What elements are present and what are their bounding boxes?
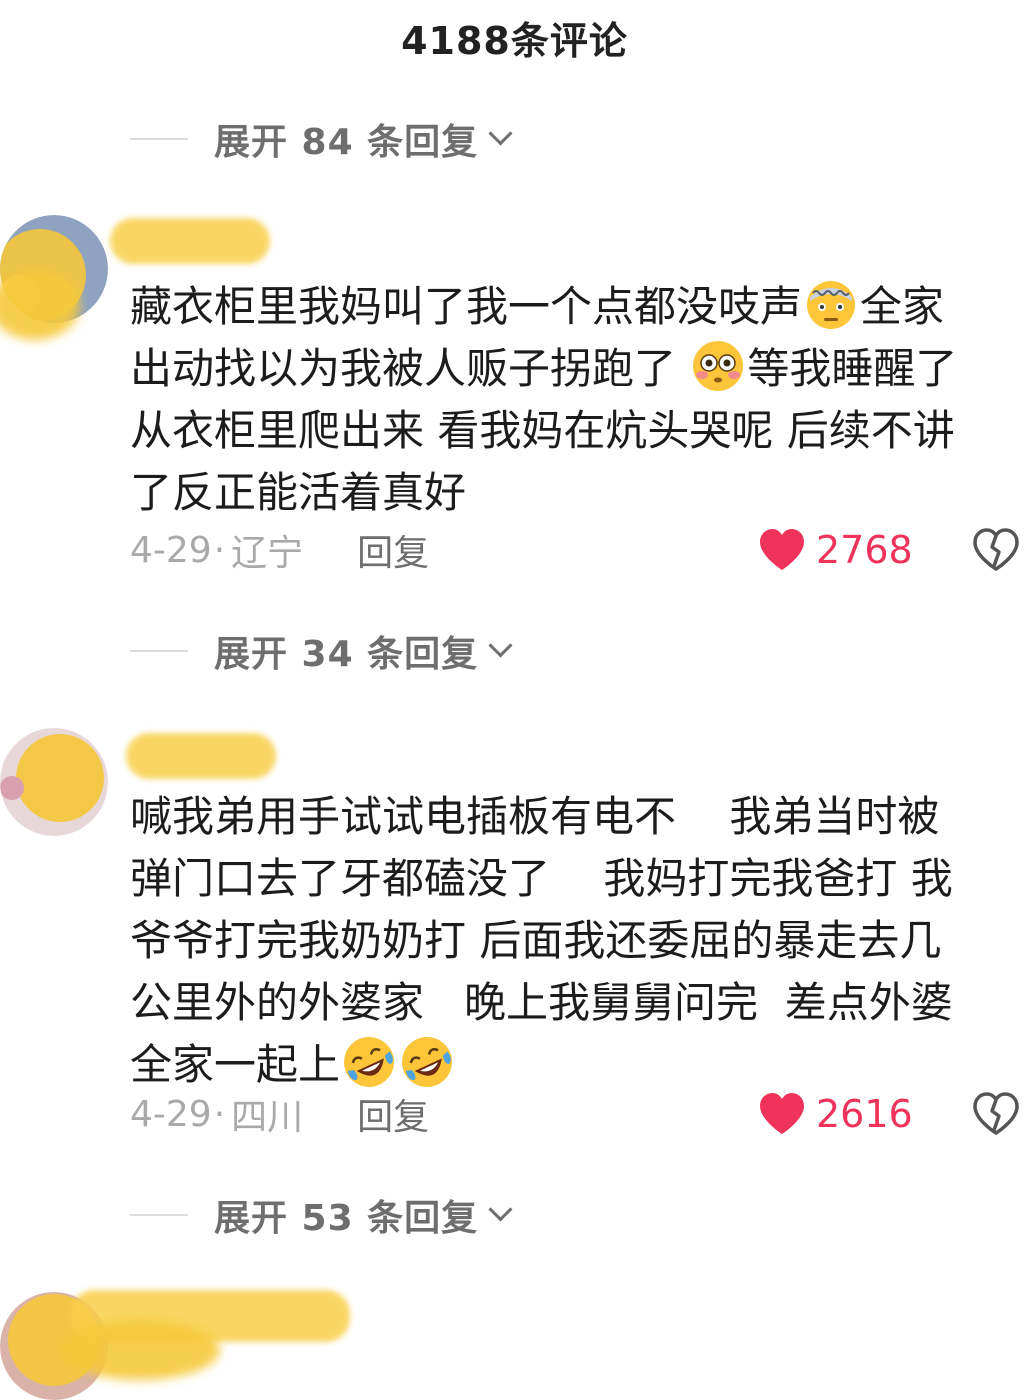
comment-text-segment: 弹门口去了牙都磕没了 我妈打完我爸打 我	[130, 854, 953, 903]
rofl-face-emoji-icon	[400, 1035, 454, 1089]
comment-text: 喊我弟用手试试电插板有电不 我弟当时被 弹门口去了牙都磕没了 我妈打完我爸打 我爷…	[130, 786, 1020, 1096]
reply-button[interactable]: 回复	[357, 524, 429, 576]
heart-icon	[760, 1093, 804, 1134]
comment-date: 4-29	[130, 1093, 212, 1135]
expand-replies-label: 展开 53 条回复	[214, 1198, 479, 1239]
comment-location: 辽宁	[231, 533, 304, 574]
broken-heart-icon[interactable]	[972, 528, 1020, 572]
like-button[interactable]: 2616	[758, 1092, 913, 1136]
comment-text-segment: 全家	[860, 282, 945, 331]
comment-line: 出动找以为我被人贩子拐跑了 等我睡醒了	[130, 338, 1020, 400]
comment-line: 弹门口去了牙都磕没了 我妈打完我爸打 我	[130, 848, 1020, 910]
expand-replies-label: 展开 84 条回复	[214, 122, 479, 163]
comment-text-segment: 等我睡醒了	[747, 344, 958, 393]
reply-button[interactable]: 回复	[357, 1088, 429, 1140]
comment-date: 4-29	[130, 529, 212, 571]
comment-location: 四川	[231, 1097, 304, 1138]
comment-text-segment: 公里外的外婆家 晚上我舅舅问完 差点外婆	[130, 978, 953, 1027]
like-count: 2768	[816, 528, 913, 572]
comment-text-segment: 了反正能活着真好	[130, 468, 467, 517]
dizzy-face-emoji-icon	[804, 277, 858, 331]
avatar[interactable]	[0, 728, 108, 836]
like-button[interactable]: 2768	[758, 528, 913, 572]
comment-line: 了反正能活着真好	[130, 462, 1020, 524]
comment-line: 公里外的外婆家 晚上我舅舅问完 差点外婆	[130, 972, 1020, 1034]
comment-line: 喊我弟用手试试电插板有电不 我弟当时被	[130, 786, 1020, 848]
expand-replies-button[interactable]: 展开 53 条回复	[130, 1190, 513, 1240]
divider-line	[130, 138, 188, 140]
comment-line: 全家一起上	[130, 1034, 1020, 1096]
comment-line: 爷爷打完我奶奶打 后面我还委屈的暴走去几	[130, 910, 1020, 972]
meta-separator: ·	[213, 1093, 226, 1135]
comment-text-segment: 全家一起上	[130, 1040, 341, 1089]
comment-meta: 4-29 · 辽宁 回复 2768	[130, 525, 1020, 575]
chevron-down-icon	[488, 120, 513, 146]
username-redacted	[110, 218, 270, 264]
comment-text-segment: 爷爷打完我奶奶打 后面我还委屈的暴走去几	[130, 916, 942, 965]
divider-line	[130, 650, 188, 652]
expand-replies-button[interactable]: 展开 84 条回复	[130, 114, 513, 164]
comment-meta: 4-29 · 四川 回复 2616	[130, 1089, 1020, 1139]
comment-text: 藏衣柜里我妈叫了我一个点都没吱声 全家出动找以为我被人贩子拐跑了 等我睡醒了从衣柜…	[130, 276, 1020, 524]
flushed-face-emoji-icon	[691, 339, 745, 393]
comment-count-title: 4188条评论	[401, 19, 628, 63]
heart-icon	[760, 529, 804, 570]
broken-heart-icon[interactable]	[972, 1092, 1020, 1136]
avatar-blur	[0, 270, 80, 340]
username-redacted	[126, 733, 276, 779]
chevron-down-icon	[488, 1196, 513, 1222]
username-blur	[60, 1320, 220, 1380]
like-count: 2616	[816, 1092, 913, 1136]
expand-replies-label: 展开 34 条回复	[214, 634, 479, 675]
comment-text-segment: 出动找以为我被人贩子拐跑了	[130, 344, 690, 393]
comment-text-segment: 藏衣柜里我妈叫了我一个点都没吱声	[130, 282, 803, 331]
rofl-face-emoji-icon	[342, 1035, 396, 1089]
comment-text-segment: 喊我弟用手试试电插板有电不 我弟当时被	[130, 792, 940, 841]
comment-line: 从衣柜里爬出来 看我妈在炕头哭呢 后续不讲	[130, 400, 1020, 462]
meta-separator: ·	[213, 529, 226, 571]
expand-replies-button[interactable]: 展开 34 条回复	[130, 626, 513, 676]
divider-line	[130, 1214, 188, 1216]
chevron-down-icon	[488, 632, 513, 658]
comment-line: 藏衣柜里我妈叫了我一个点都没吱声 全家	[130, 276, 1020, 338]
comment-text-segment: 从衣柜里爬出来 看我妈在炕头哭呢 后续不讲	[130, 406, 955, 455]
